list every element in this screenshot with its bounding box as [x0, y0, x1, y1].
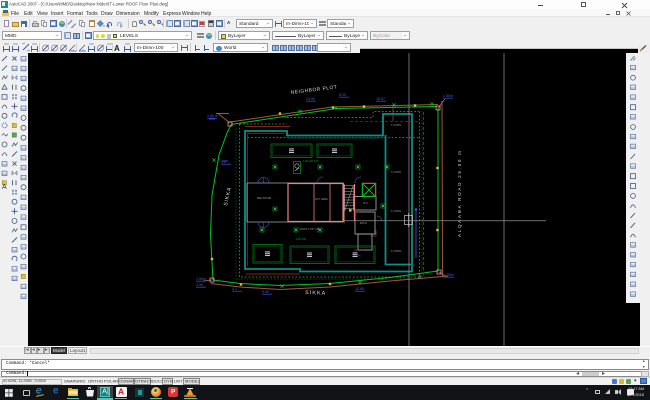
- svg-text:1.00 2.00 3.00: 1.00 2.00 3.00: [303, 160, 319, 163]
- svg-text:13.80: 13.80: [306, 97, 315, 101]
- svg-text:1.50m: 1.50m: [196, 277, 206, 281]
- svg-text:1.50m: 1.50m: [443, 94, 453, 98]
- svg-text:SIKKA: SIKKA: [305, 290, 326, 297]
- svg-text:1.50m: 1.50m: [444, 273, 454, 277]
- svg-text:W.C: W.C: [363, 201, 368, 205]
- svg-text:T-CORN: T-CORN: [391, 209, 401, 213]
- svg-text:9.40: 9.40: [262, 290, 269, 294]
- svg-text:3.95: 3.95: [196, 283, 203, 287]
- svg-text:15.57: 15.57: [376, 97, 385, 101]
- svg-text:2.00 3.00: 2.00 3.00: [296, 238, 307, 241]
- svg-text:A: A: [2, 184, 7, 191]
- svg-text:T-CORN: T-CORN: [391, 123, 401, 127]
- svg-text:LIFT AREA: LIFT AREA: [315, 197, 328, 201]
- svg-text:4.1: 4.1: [232, 287, 237, 291]
- svg-text:12.95: 12.95: [355, 287, 364, 291]
- svg-text:ROOF TOP 7.00: ROOF TOP 7.00: [300, 227, 320, 231]
- svg-text:1.50 m: 1.50 m: [207, 114, 218, 118]
- svg-text:BED ROOM: BED ROOM: [257, 196, 271, 200]
- svg-text:8.00: 8.00: [339, 93, 346, 97]
- svg-text:T-CORN: T-CORN: [391, 170, 401, 174]
- svg-text:A: A: [114, 44, 120, 53]
- svg-text:T-CORN: T-CORN: [391, 249, 401, 253]
- svg-text:BATH: BATH: [360, 221, 367, 225]
- svg-text:ALQAABA ROAD 25.00 m: ALQAABA ROAD 25.00 m: [457, 149, 462, 237]
